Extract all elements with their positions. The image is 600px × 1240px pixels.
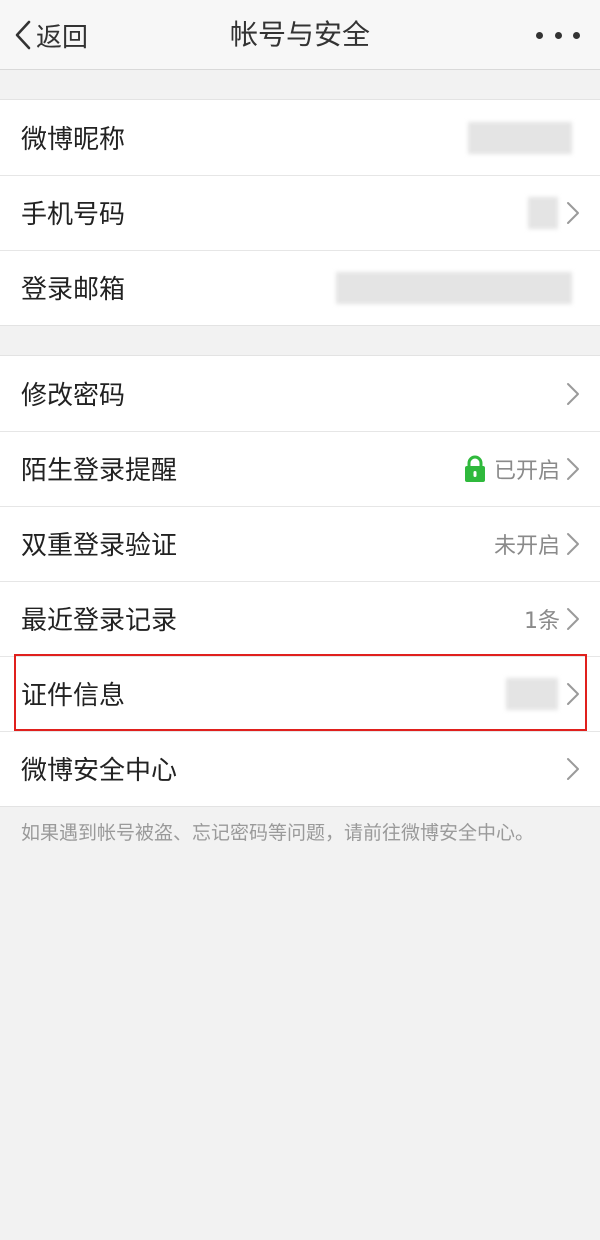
unfamiliar-login-alert-status: 已开启 <box>493 458 560 484</box>
chevron-right-icon <box>566 607 580 631</box>
change-password-row[interactable]: 修改密码 <box>0 356 600 431</box>
lock-icon <box>464 455 486 483</box>
unfamiliar-login-alert-row[interactable]: 陌生登录提醒 已开启 <box>0 431 600 506</box>
email-value-redacted <box>336 271 572 304</box>
unfamiliar-login-alert-label: 陌生登录提醒 <box>21 456 178 486</box>
more-icon[interactable] <box>536 18 580 52</box>
security-group: 修改密码 陌生登录提醒 已开启 双重登录验证 未开启 最近登录记录 1条 证件信… <box>0 355 600 807</box>
change-password-label: 修改密码 <box>21 381 126 411</box>
footer-note: 如果遇到帐号被盗、忘记密码等问题，请前往微博安全中心。 <box>21 822 535 844</box>
id-info-row[interactable]: 证件信息 <box>0 656 600 731</box>
two-factor-auth-label: 双重登录验证 <box>21 531 178 561</box>
phone-label: 手机号码 <box>21 200 126 230</box>
chevron-right-icon <box>566 201 580 225</box>
nickname-label: 微博昵称 <box>21 125 126 155</box>
profile-info-group: 微博昵称 手机号码 登录邮箱 <box>0 99 600 326</box>
phone-value-redacted <box>528 196 558 229</box>
chevron-left-icon <box>14 20 32 50</box>
email-label: 登录邮箱 <box>21 275 126 305</box>
recent-login-records-row[interactable]: 最近登录记录 1条 <box>0 581 600 656</box>
back-label: 返回 <box>36 22 89 53</box>
phone-row[interactable]: 手机号码 <box>0 175 600 250</box>
id-info-label: 证件信息 <box>21 681 126 711</box>
chevron-right-icon <box>566 682 580 706</box>
email-row[interactable]: 登录邮箱 <box>0 250 600 325</box>
security-center-label: 微博安全中心 <box>21 756 178 786</box>
nickname-value-redacted <box>468 121 572 154</box>
recent-login-records-count: 1条 <box>524 608 560 634</box>
chevron-right-icon <box>566 382 580 406</box>
nav-bar: 返回 帐号与安全 <box>0 0 600 70</box>
back-button[interactable]: 返回 <box>14 10 88 60</box>
nickname-row[interactable]: 微博昵称 <box>0 100 600 175</box>
chevron-right-icon <box>566 532 580 556</box>
two-factor-auth-row[interactable]: 双重登录验证 未开启 <box>0 506 600 581</box>
chevron-right-icon <box>566 757 580 781</box>
two-factor-auth-status: 未开启 <box>493 533 560 559</box>
page-title: 帐号与安全 <box>229 18 370 51</box>
id-info-value-redacted <box>506 677 558 710</box>
chevron-right-icon <box>566 457 580 481</box>
security-center-row[interactable]: 微博安全中心 <box>0 731 600 806</box>
recent-login-records-label: 最近登录记录 <box>21 606 178 636</box>
